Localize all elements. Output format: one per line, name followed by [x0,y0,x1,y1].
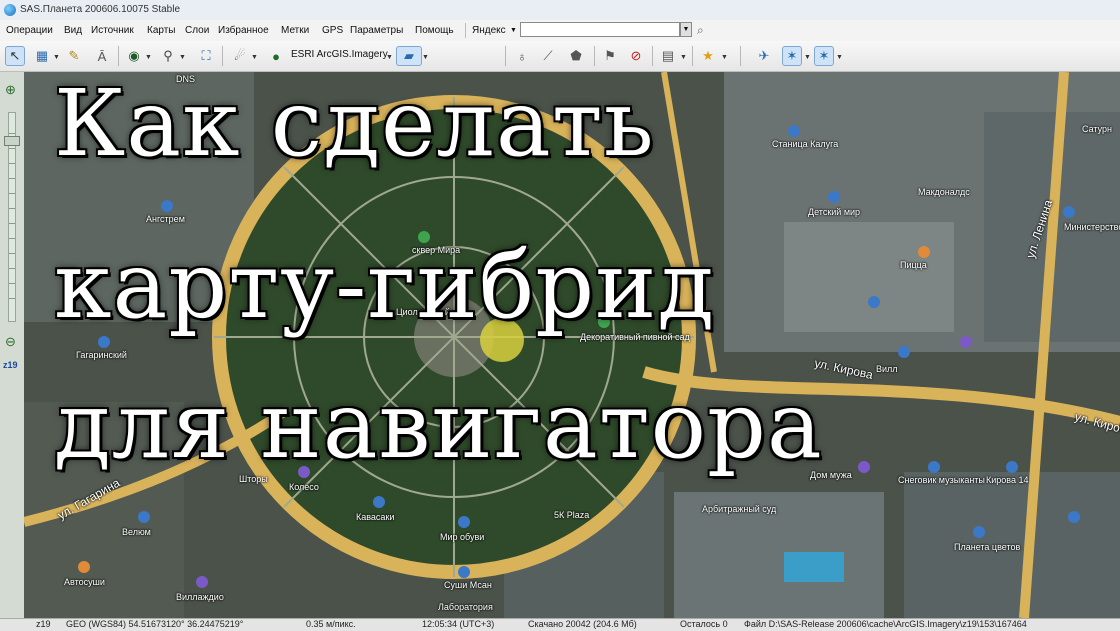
layers-chevron-icon[interactable]: ▼ [422,54,429,61]
menu-bar: Операции Вид Источник Карты Слои Избранн… [0,20,1120,42]
select-area-chevron-icon[interactable]: ▼ [53,54,60,61]
status-file-path: Файл D:\SAS-Release 200606\cache\ArcGIS.… [744,619,1027,629]
poi-label[interactable]: Гагаринский [76,350,127,360]
zoom-in-icon[interactable]: ⊕ [5,82,16,98]
grid-icon[interactable]: ▤ [658,46,678,66]
poi-label[interactable]: Лаборатория [438,602,493,612]
menu-marks[interactable]: Метки [281,25,309,36]
search-provider-select[interactable]: Яндекс [472,25,506,36]
menu-separator [465,23,466,38]
favorites-star-icon[interactable]: ★ [698,46,718,66]
menu-source[interactable]: Источник [91,25,134,36]
menu-operations[interactable]: Операции [6,25,53,36]
headline-line-3: для навигатора [54,372,823,479]
toolbar-separator [505,46,506,66]
menu-gps[interactable]: GPS [322,25,343,36]
gps-icon[interactable]: ✈ [754,46,774,66]
menu-maps[interactable]: Карты [147,25,176,36]
gps-center-chevron-icon[interactable]: ▼ [836,54,843,61]
poi-label[interactable]: Арбитражный суд [702,504,776,514]
marks-icon[interactable]: ⚑ [600,46,620,66]
status-coordinates: GEO (WGS84) 54.51673120° 36.24475219° [66,619,244,629]
zoom-out-icon[interactable]: ⊖ [5,334,16,350]
favorites-chevron-icon[interactable]: ▼ [721,54,728,61]
status-bar: z19 GEO (WGS84) 54.51673120° 36.24475219… [0,618,1120,631]
menu-view[interactable]: Вид [64,25,82,36]
label-tool-icon[interactable]: Ā [92,46,112,66]
zoom-icon[interactable]: ⚲ [158,46,178,66]
poi-label[interactable]: Автосуши [64,577,105,587]
layers-icon[interactable]: ▰ [396,46,422,66]
zoom-slider-thumb[interactable] [4,136,20,146]
menu-parameters[interactable]: Параметры [350,25,403,36]
poi-label[interactable]: Макдоналдс [918,187,970,197]
search-icon[interactable]: ⌕ [697,23,704,38]
ruler-icon[interactable]: ✎ [64,46,84,66]
satellite-chevron-icon[interactable]: ▼ [251,54,258,61]
pointer-tool-icon[interactable]: ↖ [5,46,25,66]
poi-label[interactable]: Мир обуви [440,532,484,542]
toolbar-separator [222,46,223,66]
poi-label[interactable]: Виллаждио [176,592,224,602]
placemark-icon[interactable]: ♁ [512,46,532,66]
gps-track-chevron-icon[interactable]: ▼ [804,54,811,61]
poi-label[interactable]: Велюм [122,527,151,537]
poi-label[interactable]: Вилл [876,364,898,374]
select-area-icon[interactable]: ▦ [32,46,52,66]
polygon-icon[interactable]: ⬟ [566,46,586,66]
status-remaining: Осталось 0 [680,619,728,629]
poi-label[interactable]: Планета цветов [954,542,1020,552]
globe-chevron-icon[interactable]: ▼ [145,54,152,61]
toolbar-separator [692,46,693,66]
poi-label[interactable]: Кавасаки [356,512,394,522]
map-source-chevron-icon[interactable]: ▼ [386,54,393,61]
fullscreen-icon[interactable]: ⛶ [196,46,216,66]
poi-label[interactable]: Пицца [900,260,927,270]
poi-label[interactable]: Министерство лесного хозяйства [1064,222,1120,232]
grid-chevron-icon[interactable]: ▼ [680,54,687,61]
search-provider-chevron-icon[interactable]: ▼ [510,27,517,34]
status-zoom: z19 [36,619,51,629]
poi-label[interactable]: Кирова 14 [986,475,1028,485]
poi-label[interactable]: Ангстрем [146,214,185,224]
menu-favorites[interactable]: Избранное [218,25,269,36]
headline-line-1: Как сделать [54,70,655,177]
status-scale: 0.35 м/пикс. [306,619,356,629]
headline-line-2: карту-гибрид [54,232,716,339]
menu-help[interactable]: Помощь [415,25,454,36]
toolbar-separator [652,46,653,66]
poi-label[interactable]: Снеговик музыканты [898,475,985,485]
poi-label[interactable]: Колесо [289,482,319,492]
globe-icon[interactable]: ◉ [124,46,144,66]
menu-layers[interactable]: Слои [185,25,209,36]
poi-label[interactable]: Станица Калуга [772,139,838,149]
toolbar-separator [594,46,595,66]
map-source-globe-icon[interactable]: ● [266,46,286,66]
poi-label[interactable]: Суши Мсан [444,580,492,590]
gps-track-icon[interactable]: ✶ [782,46,802,66]
poi-label[interactable]: 5К Plaza [554,510,589,520]
zoom-panel: ⊕ ⊖ z19 [0,72,25,618]
toolbar-separator [740,46,741,66]
window-title: SAS.Планета 200606.10075 Stable [20,4,181,15]
zoom-chevron-icon[interactable]: ▼ [179,54,186,61]
hide-marks-icon[interactable]: ⊘ [626,46,646,66]
map-source-label[interactable]: ESRI ArcGIS.Imagery [291,49,388,60]
app-globe-icon [4,4,16,16]
search-input[interactable] [520,22,680,37]
status-time: 12:05:34 (UTC+3) [422,619,495,629]
search-dropdown-chevron-icon[interactable]: ▼ [680,22,692,37]
window-title-bar: SAS.Планета 200606.10075 Stable [0,0,1120,21]
poi-label[interactable]: Детский мир [808,207,860,217]
gps-center-icon[interactable]: ✶ [814,46,834,66]
status-downloaded: Скачано 20042 (204.6 Мб) [528,619,637,629]
path-icon[interactable]: ⟋ [538,46,558,66]
zoom-level: z19 [3,360,18,370]
main-toolbar: ↖ ▦ ▼ ✎ Ā ◉ ▼ ⚲ ▼ ⛶ ☄ ▼ ● ESRI ArcGIS.Im… [0,41,1120,72]
satellite-dish-icon[interactable]: ☄ [230,46,250,66]
toolbar-separator [118,46,119,66]
poi-label[interactable]: Сатурн [1082,124,1112,134]
